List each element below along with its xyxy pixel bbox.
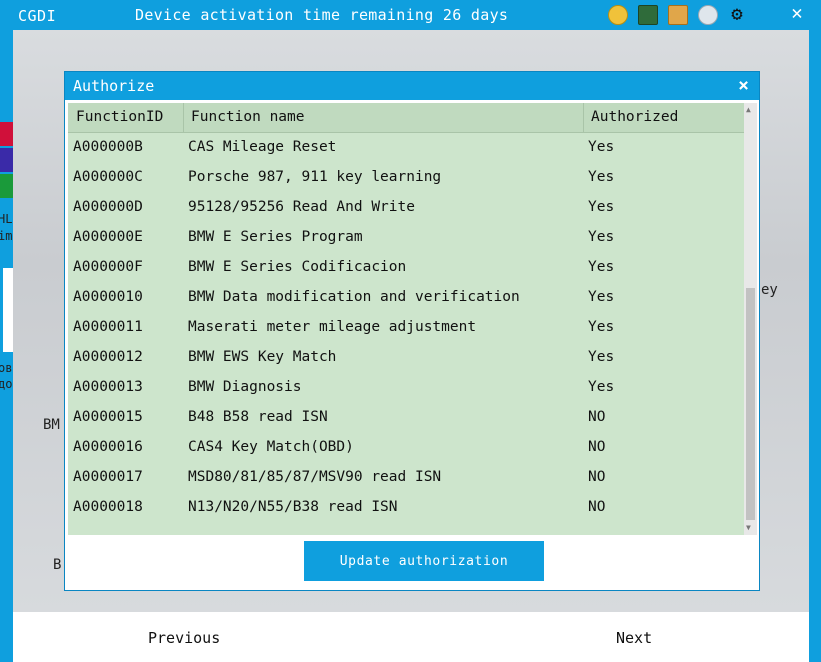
left-panel [3, 268, 13, 352]
table-row[interactable]: A000000B CAS Mileage Reset Yes [68, 133, 744, 163]
column-header-authorized[interactable]: Authorized [591, 109, 678, 125]
function-name-cell: BMW Data modification and verification [188, 289, 520, 305]
bg-label-fragment: B [53, 557, 62, 573]
function-id-cell: A000000E [73, 229, 143, 245]
column-separator[interactable] [183, 103, 184, 132]
authorized-cell: Yes [588, 379, 615, 395]
authorized-cell: NO [588, 409, 606, 425]
next-button[interactable]: Next [616, 629, 652, 647]
function-id-cell: A000000D [73, 199, 143, 215]
coin-icon[interactable] [608, 5, 628, 25]
table-row[interactable]: A0000018 N13/N20/N55/B38 read ISN NO [68, 493, 744, 523]
function-name-cell: BMW Diagnosis [188, 379, 302, 395]
left-fragment: im [0, 229, 13, 243]
table-row[interactable]: A0000012 BMW EWS Key Match Yes [68, 343, 744, 373]
authorization-table: A000000B CAS Mileage Reset Yes A000000C Pors… [68, 103, 757, 535]
authorized-cell: Yes [588, 229, 615, 245]
footer-nav: Previous Next [13, 612, 809, 662]
function-id-cell: A0000013 [73, 379, 143, 395]
authorized-cell: Yes [588, 289, 615, 305]
handshake-icon[interactable] [698, 5, 718, 25]
authorize-dialog: Authorize × A000000B CAS Mileage Reset Yes… [64, 71, 760, 591]
table-row[interactable]: A000000C Porsche 987, 911 key learning Yes [68, 163, 744, 193]
table-row[interactable]: A0000013 BMW Diagnosis Yes [68, 373, 744, 403]
function-id-cell: A0000011 [73, 319, 143, 335]
title-bar: CGDI Device activation time remaining 26… [0, 0, 821, 30]
bg-label-fragment: ey [761, 282, 778, 298]
authorized-cell: NO [588, 439, 606, 455]
left-strip [0, 174, 13, 198]
authorized-cell: Yes [588, 319, 615, 335]
left-fragment: до [0, 377, 13, 391]
gear-icon[interactable]: ⚙ [727, 4, 747, 24]
authorized-cell: Yes [588, 169, 615, 185]
authorized-cell: NO [588, 499, 606, 515]
function-name-cell: BMW EWS Key Match [188, 349, 337, 365]
scroll-down-arrow[interactable]: ▼ [746, 523, 751, 532]
function-name-cell: MSD80/81/85/87/MSV90 read ISN [188, 469, 442, 485]
folder-icon[interactable] [668, 5, 688, 25]
function-id-cell: A0000018 [73, 499, 143, 515]
table-row[interactable]: A0000011 Maserati meter mileage adjustmen… [68, 313, 744, 343]
function-name-cell: Maserati meter mileage adjustment [188, 319, 477, 335]
table-row[interactable]: A0000017 MSD80/81/85/87/MSV90 read ISN NO [68, 463, 744, 493]
function-name-cell: BMW E Series Codificacion [188, 259, 407, 275]
function-id-cell: A0000016 [73, 439, 143, 455]
dialog-title: Authorize [73, 77, 155, 95]
previous-button[interactable]: Previous [148, 629, 220, 647]
close-icon[interactable]: ✕ [788, 3, 806, 23]
scrollbar-thumb[interactable] [746, 288, 755, 520]
function-id-cell: A0000012 [73, 349, 143, 365]
vertical-scrollbar[interactable]: ▲ ▼ [744, 103, 757, 535]
table-row[interactable]: A000000D 95128/95256 Read And Write Yes [68, 193, 744, 223]
scroll-up-arrow[interactable]: ▲ [746, 105, 751, 114]
function-id-cell: A0000015 [73, 409, 143, 425]
update-authorization-button[interactable]: Update authorization [304, 541, 544, 581]
function-id-cell: A000000B [73, 139, 143, 155]
app-title: CGDI [18, 7, 57, 25]
column-separator[interactable] [583, 103, 584, 132]
function-name-cell: Porsche 987, 911 key learning [188, 169, 442, 185]
function-name-cell: N13/N20/N55/B38 read ISN [188, 499, 398, 515]
table-row[interactable]: A000000E BMW E Series Program Yes [68, 223, 744, 253]
activation-notice: Device activation time remaining 26 days [135, 6, 509, 24]
authorized-cell: Yes [588, 349, 615, 365]
function-id-cell: A000000F [73, 259, 143, 275]
function-id-cell: A0000010 [73, 289, 143, 305]
left-fragment: HL [0, 212, 13, 226]
authorized-cell: Yes [588, 259, 615, 275]
table-row[interactable]: A0000015 B48 B58 read ISN NO [68, 403, 744, 433]
table-row[interactable]: A0000016 CAS4 Key Match(OBD) NO [68, 433, 744, 463]
book-icon[interactable] [638, 5, 658, 25]
function-name-cell: BMW E Series Program [188, 229, 363, 245]
column-header-function-name[interactable]: Function name [191, 109, 305, 125]
function-name-cell: CAS Mileage Reset [188, 139, 337, 155]
dialog-header: Authorize × [65, 72, 759, 100]
left-strip [0, 122, 13, 146]
function-id-cell: A000000C [73, 169, 143, 185]
function-name-cell: CAS4 Key Match(OBD) [188, 439, 354, 455]
function-name-cell: B48 B58 read ISN [188, 409, 328, 425]
function-id-cell: A0000017 [73, 469, 143, 485]
authorized-cell: Yes [588, 139, 615, 155]
authorized-cell: Yes [588, 199, 615, 215]
function-name-cell: 95128/95256 Read And Write [188, 199, 415, 215]
table-row[interactable]: A000000F BMW E Series Codificacion Yes [68, 253, 744, 283]
table-body: A000000B CAS Mileage Reset Yes A000000C Pors… [68, 133, 744, 523]
table-header: FunctionID Function name Authorized [68, 103, 744, 133]
bg-label-fragment: BM [43, 417, 60, 433]
column-header-function-id[interactable]: FunctionID [76, 109, 163, 125]
left-strip [0, 148, 13, 172]
table-row[interactable]: A0000010 BMW Data modification and verifi… [68, 283, 744, 313]
authorized-cell: NO [588, 469, 606, 485]
dialog-close-button[interactable]: × [738, 75, 749, 96]
